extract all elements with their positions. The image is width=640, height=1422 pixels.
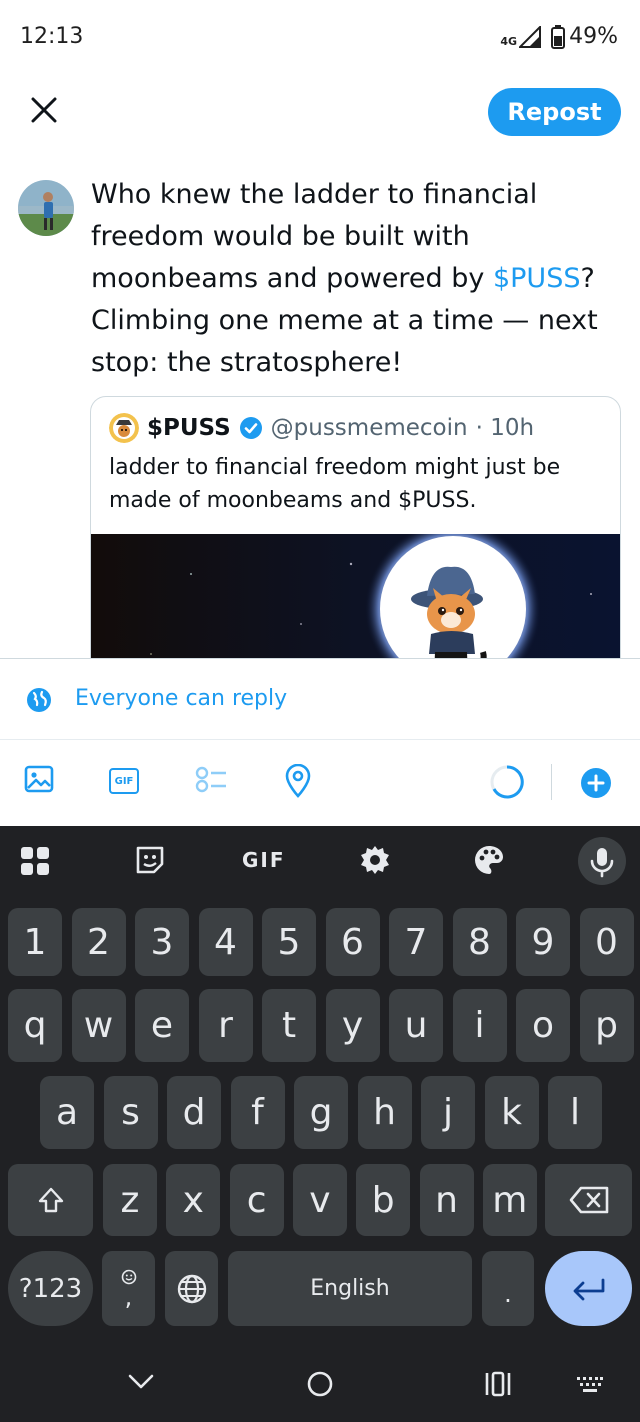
letter-key[interactable]: j	[421, 1076, 475, 1149]
number-key[interactable]: 6	[325, 908, 380, 976]
compose-text-part: Who knew the ladder to financial freedom…	[91, 179, 538, 294]
letter-key[interactable]: i	[452, 989, 507, 1062]
sticker-icon[interactable]	[134, 844, 166, 876]
status-bar: 12:13 4G 49%	[0, 0, 640, 76]
language-key[interactable]	[165, 1251, 218, 1326]
repost-button[interactable]: Repost	[488, 88, 621, 136]
comma-label: ,	[124, 1282, 133, 1311]
globe-icon	[27, 688, 51, 712]
apps-grid-icon[interactable]	[20, 846, 50, 876]
palette-icon[interactable]	[473, 844, 505, 876]
shift-icon	[38, 1187, 63, 1213]
number-key[interactable]: 7	[389, 908, 443, 976]
letter-key[interactable]: z	[103, 1164, 157, 1236]
emoji-comma-key[interactable]: ,	[102, 1251, 155, 1326]
letter-key[interactable]: g	[294, 1076, 348, 1149]
space-key[interactable]: English	[228, 1251, 472, 1326]
char-count-ring	[490, 765, 524, 799]
soft-keyboard: GIF 1234567890 qwertyuiop asdfghjkl zxcv…	[0, 826, 640, 1422]
backspace-icon	[569, 1186, 608, 1214]
letter-key[interactable]: q	[8, 989, 62, 1062]
letter-key[interactable]: a	[40, 1076, 94, 1149]
battery-percent: 49%	[569, 24, 618, 49]
keyboard-gif-button[interactable]: GIF	[242, 848, 286, 872]
enter-icon	[573, 1278, 604, 1300]
period-key[interactable]: .	[482, 1251, 534, 1326]
reply-setting-bar[interactable]: Everyone can reply	[0, 658, 640, 740]
home-icon[interactable]	[306, 1370, 334, 1398]
quoted-text: ladder to financial freedom might just b…	[109, 455, 561, 513]
quoted-avatar	[109, 413, 139, 443]
image-icon[interactable]	[24, 764, 54, 794]
letter-key[interactable]: r	[198, 989, 253, 1062]
add-thread-icon[interactable]	[580, 767, 612, 799]
user-avatar[interactable]	[18, 180, 74, 236]
status-time: 12:13	[20, 24, 84, 49]
globe-icon	[177, 1274, 206, 1303]
letter-key[interactable]: k	[484, 1076, 539, 1149]
letter-key[interactable]: p	[579, 989, 634, 1062]
letter-key[interactable]: y	[325, 989, 380, 1062]
close-icon	[31, 97, 57, 123]
poll-icon[interactable]	[194, 764, 228, 794]
letter-key[interactable]: t	[262, 989, 316, 1062]
status-indicators: 4G 49%	[500, 24, 618, 49]
compose-toolbar: GIF	[0, 740, 640, 826]
number-key[interactable]: 0	[579, 908, 634, 976]
number-key[interactable]: 3	[135, 908, 189, 976]
number-key[interactable]: 4	[198, 908, 253, 976]
system-nav-bar	[0, 1346, 640, 1422]
close-button[interactable]	[22, 88, 66, 132]
letter-key[interactable]: v	[292, 1164, 347, 1236]
shift-key[interactable]	[8, 1164, 93, 1236]
compose-repost-screen: 12:13 4G 49% Repost Who knew the ladder …	[0, 0, 640, 1422]
quoted-tweet-header: $PUSS @pussmemecoin · 10h	[109, 413, 534, 443]
letter-key[interactable]: e	[135, 989, 189, 1062]
location-icon[interactable]	[284, 764, 312, 798]
chevron-down-icon[interactable]	[128, 1374, 154, 1390]
letter-key[interactable]: u	[389, 989, 443, 1062]
toolbar-divider	[551, 764, 552, 800]
letter-key[interactable]: m	[482, 1164, 537, 1236]
enter-key[interactable]	[545, 1251, 632, 1326]
letter-key[interactable]: d	[167, 1076, 221, 1149]
recents-icon[interactable]	[484, 1370, 512, 1398]
number-key[interactable]: 8	[452, 908, 507, 976]
letter-key[interactable]: w	[71, 989, 126, 1062]
letter-key[interactable]: f	[230, 1076, 285, 1149]
mic-icon[interactable]	[577, 836, 627, 886]
letter-key[interactable]: s	[103, 1076, 158, 1149]
backspace-key[interactable]	[545, 1164, 632, 1236]
letter-key[interactable]: l	[548, 1076, 602, 1149]
quoted-time: · 10h	[475, 415, 535, 441]
battery-indicator: 49%	[551, 24, 618, 49]
symbols-key[interactable]: ?123	[8, 1251, 93, 1326]
signal-icon: 4G	[500, 25, 542, 48]
letter-key[interactable]: b	[356, 1164, 411, 1236]
compose-textarea[interactable]: Who knew the ladder to financial freedom…	[91, 174, 611, 384]
cashtag-link[interactable]: $PUSS	[493, 263, 581, 294]
letter-key[interactable]: h	[357, 1076, 412, 1149]
keyboard-switch-icon[interactable]	[576, 1376, 604, 1394]
battery-icon	[551, 24, 566, 49]
number-key[interactable]: 2	[71, 908, 126, 976]
letter-key[interactable]: c	[229, 1164, 284, 1236]
quoted-display-name: $PUSS	[147, 415, 231, 441]
settings-icon[interactable]	[359, 844, 391, 876]
quoted-tweet[interactable]: $PUSS @pussmemecoin · 10h ladder to fina…	[90, 396, 621, 696]
number-key[interactable]: 1	[8, 908, 62, 976]
number-key[interactable]: 5	[262, 908, 316, 976]
network-type: 4G	[500, 34, 518, 48]
letter-key[interactable]: n	[419, 1164, 474, 1236]
letter-key[interactable]: o	[516, 989, 570, 1062]
keyboard-toolbar: GIF	[0, 826, 640, 896]
reply-setting-label[interactable]: Everyone can reply	[75, 686, 287, 711]
quoted-handle: @pussmemecoin	[270, 415, 468, 441]
gif-icon[interactable]: GIF	[109, 768, 139, 794]
letter-key[interactable]: x	[166, 1164, 221, 1236]
number-key[interactable]: 9	[516, 908, 570, 976]
verified-badge-icon	[239, 417, 262, 439]
